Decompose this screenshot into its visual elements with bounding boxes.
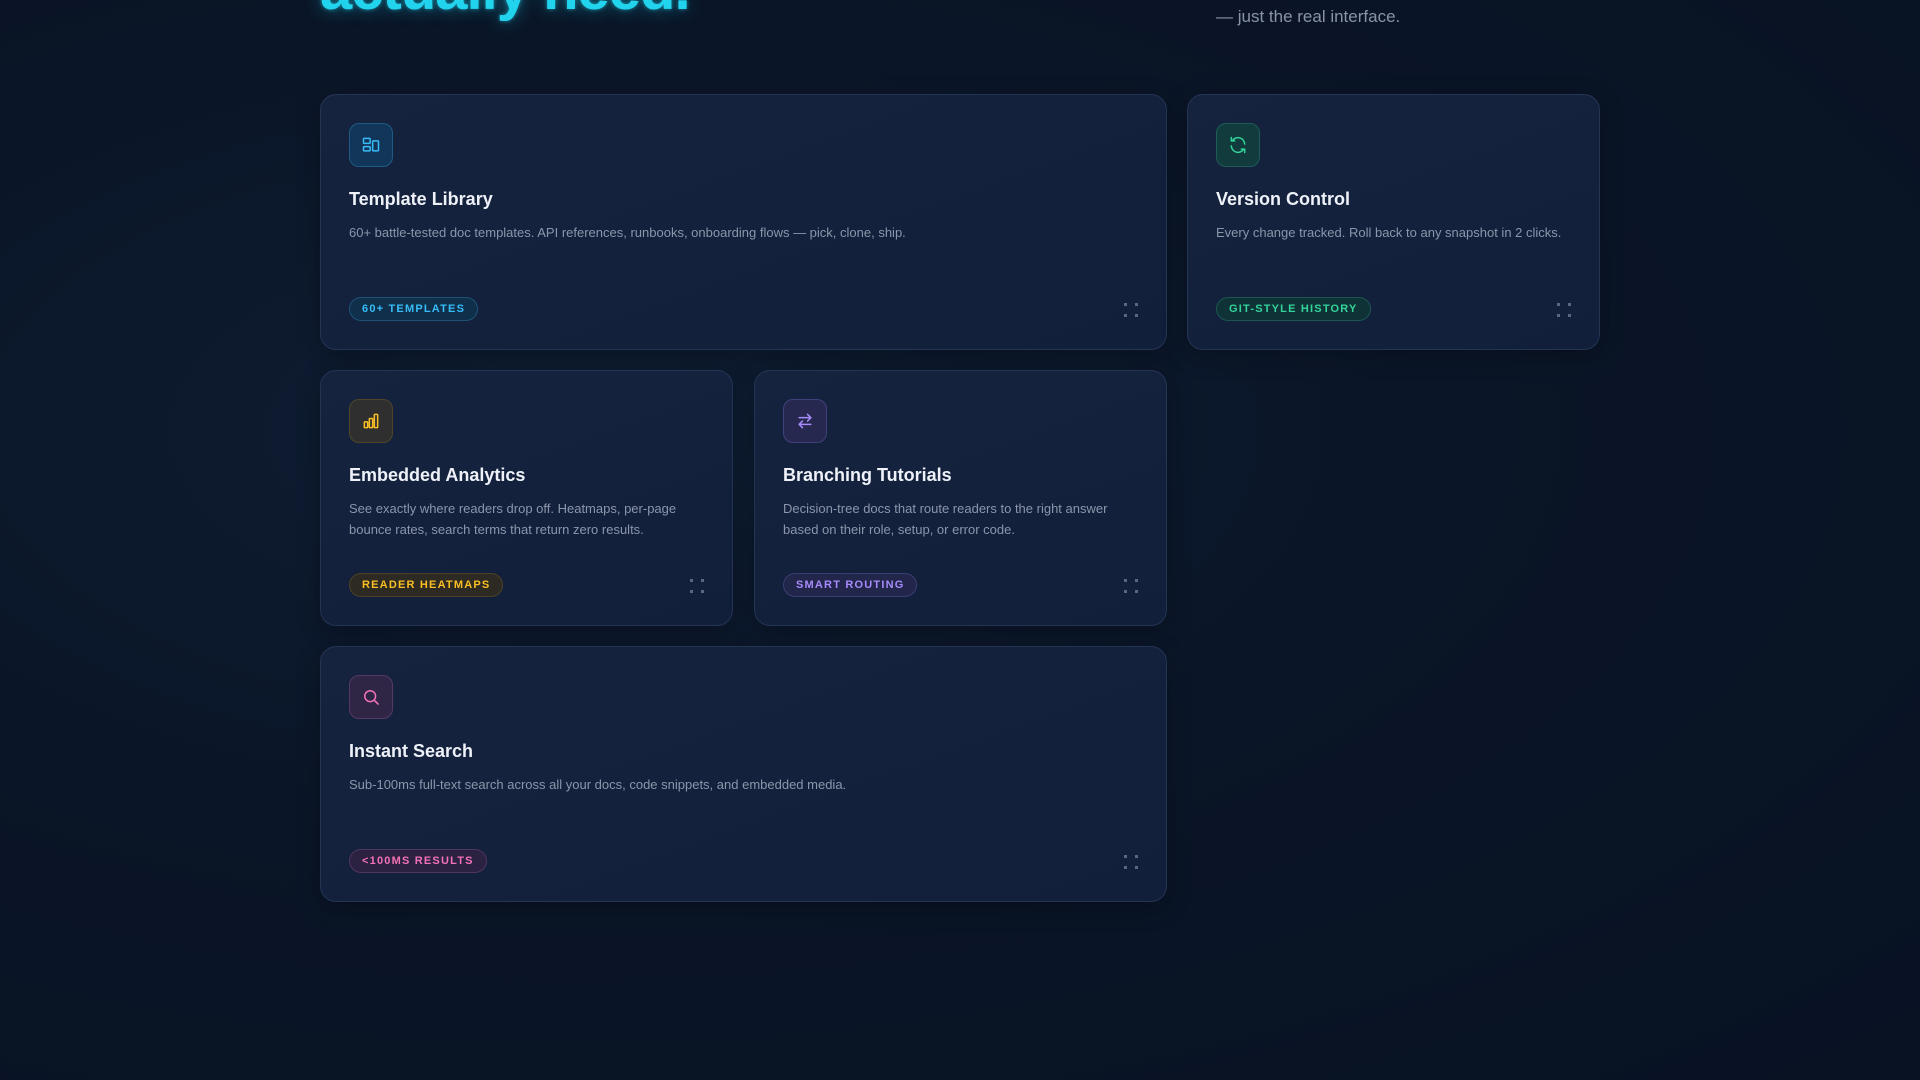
card-title: Branching Tutorials	[783, 465, 952, 485]
expand-icon[interactable]	[1124, 579, 1138, 593]
feature-card-instant-search[interactable]: Instant Search Sub-100ms full-text searc…	[320, 646, 1167, 902]
expand-icon[interactable]	[1557, 303, 1571, 317]
feature-card-embedded-analytics[interactable]: Embedded Analytics See exactly where rea…	[320, 370, 733, 626]
card-description: See exactly where readers drop off. Heat…	[349, 501, 677, 537]
feature-card-version-control[interactable]: Version Control Every change tracked. Ro…	[1187, 94, 1600, 350]
card-description: 60+ battle-tested doc templates. API ref…	[349, 225, 906, 240]
expand-icon[interactable]	[690, 579, 704, 593]
card-description: Every change tracked. Roll back to any s…	[1216, 225, 1562, 240]
card-badge: <100MS RESULTS	[349, 849, 487, 873]
card-badge: SMART ROUTING	[783, 573, 918, 597]
feature-card-branching-tutorials[interactable]: Branching Tutorials Decision-tree docs t…	[754, 370, 1167, 626]
card-description: Decision-tree docs that route readers to…	[783, 501, 1108, 537]
expand-icon[interactable]	[1124, 855, 1138, 869]
card-badge: READER HEATMAPS	[349, 573, 504, 597]
layout-icon	[349, 123, 393, 167]
card-description: Sub-100ms full-text search across all yo…	[349, 777, 847, 792]
hero-title: actually need.	[320, 0, 691, 23]
card-title: Template Library	[349, 189, 493, 209]
card-badge: 60+ TEMPLATES	[349, 297, 479, 321]
refresh-icon	[1216, 123, 1260, 167]
card-title: Version Control	[1216, 189, 1351, 209]
feature-card-template-library[interactable]: Template Library 60+ battle-tested doc t…	[320, 94, 1167, 350]
card-badge: GIT-STYLE HISTORY	[1216, 297, 1371, 321]
card-title: Instant Search	[349, 741, 474, 761]
bar-chart-icon	[349, 399, 393, 443]
card-title: Embedded Analytics	[349, 465, 526, 485]
expand-icon[interactable]	[1124, 303, 1138, 317]
search-icon	[349, 675, 393, 719]
hero-subtitle: — just the real interface.	[1216, 7, 1401, 26]
arrows-swap-icon	[783, 399, 827, 443]
